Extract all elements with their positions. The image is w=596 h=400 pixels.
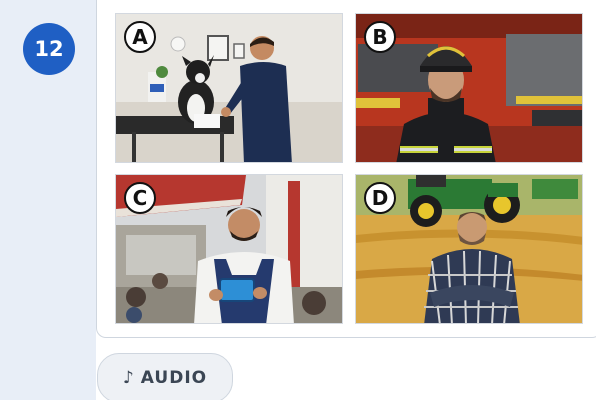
music-note-icon: ♪ bbox=[122, 368, 135, 388]
question-page: 12 A B C D ♪ AUDIO bbox=[0, 0, 596, 400]
question-number-column: 12 bbox=[0, 0, 96, 400]
answer-options-card: A B C D bbox=[96, 0, 596, 338]
option-c-image[interactable]: C bbox=[115, 174, 343, 324]
question-number-badge: 12 bbox=[23, 23, 75, 75]
option-d-image[interactable]: D bbox=[355, 174, 583, 324]
audio-button-label: AUDIO bbox=[140, 368, 208, 388]
option-a-image[interactable]: A bbox=[115, 13, 343, 163]
option-d-letter: D bbox=[364, 182, 396, 214]
option-b-letter: B bbox=[364, 21, 396, 53]
audio-button[interactable]: ♪ AUDIO bbox=[97, 353, 233, 400]
option-b-image[interactable]: B bbox=[355, 13, 583, 163]
option-c-letter: C bbox=[124, 182, 156, 214]
option-a-letter: A bbox=[124, 21, 156, 53]
